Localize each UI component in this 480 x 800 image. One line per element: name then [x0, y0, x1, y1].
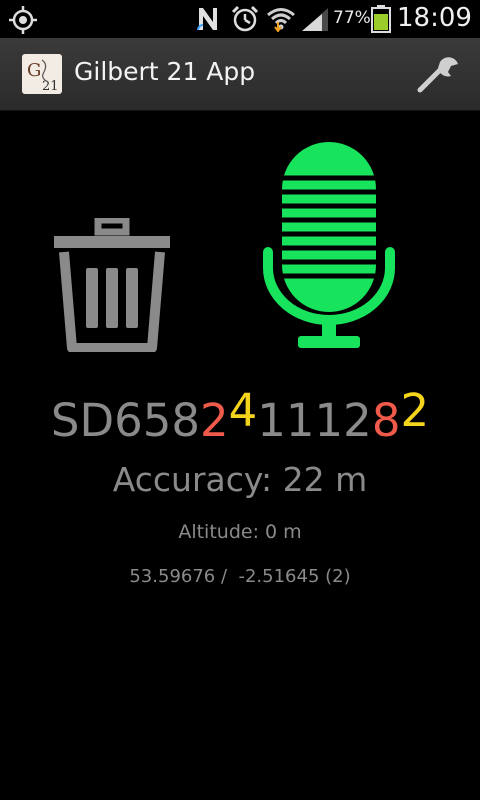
svg-text:G: G [27, 60, 41, 81]
microphone-icon[interactable] [262, 140, 396, 354]
alarm-icon [231, 5, 259, 32]
gps-icon [9, 6, 37, 34]
app-logo-icon[interactable]: G 21 [22, 54, 62, 94]
svg-text:21: 21 [42, 79, 59, 94]
signal-icon [302, 8, 328, 31]
coordinates-text: 53.59676 / -2.51645 (2) [129, 566, 351, 587]
status-bar: 77% 18:09 [0, 0, 480, 38]
battery-icon [371, 5, 391, 33]
grid-ref-northing-digit: 8 [371, 394, 401, 447]
app-title: Gilbert 21 App [74, 57, 256, 86]
clock: 18:09 [397, 3, 472, 33]
grid-reference: SD65824111282 [0, 384, 480, 447]
battery-percent: 77% [333, 8, 371, 28]
trash-icon[interactable] [52, 218, 172, 352]
grid-ref-middle: 1112 [257, 394, 372, 447]
grid-ref-easting-digit-2: 4 [228, 384, 258, 437]
wifi-icon [267, 8, 295, 32]
accuracy-text: Accuracy: 22 m [112, 460, 368, 499]
wrench-icon[interactable] [414, 54, 462, 94]
app-bar: G 21 Gilbert 21 App [0, 38, 480, 111]
altitude-text: Altitude: 0 m [178, 521, 302, 543]
grid-ref-prefix: SD658 [50, 394, 200, 447]
n-notification-icon [197, 8, 217, 31]
grid-ref-easting-digit: 2 [200, 394, 229, 447]
grid-ref-northing-digit-2: 2 [400, 384, 430, 437]
